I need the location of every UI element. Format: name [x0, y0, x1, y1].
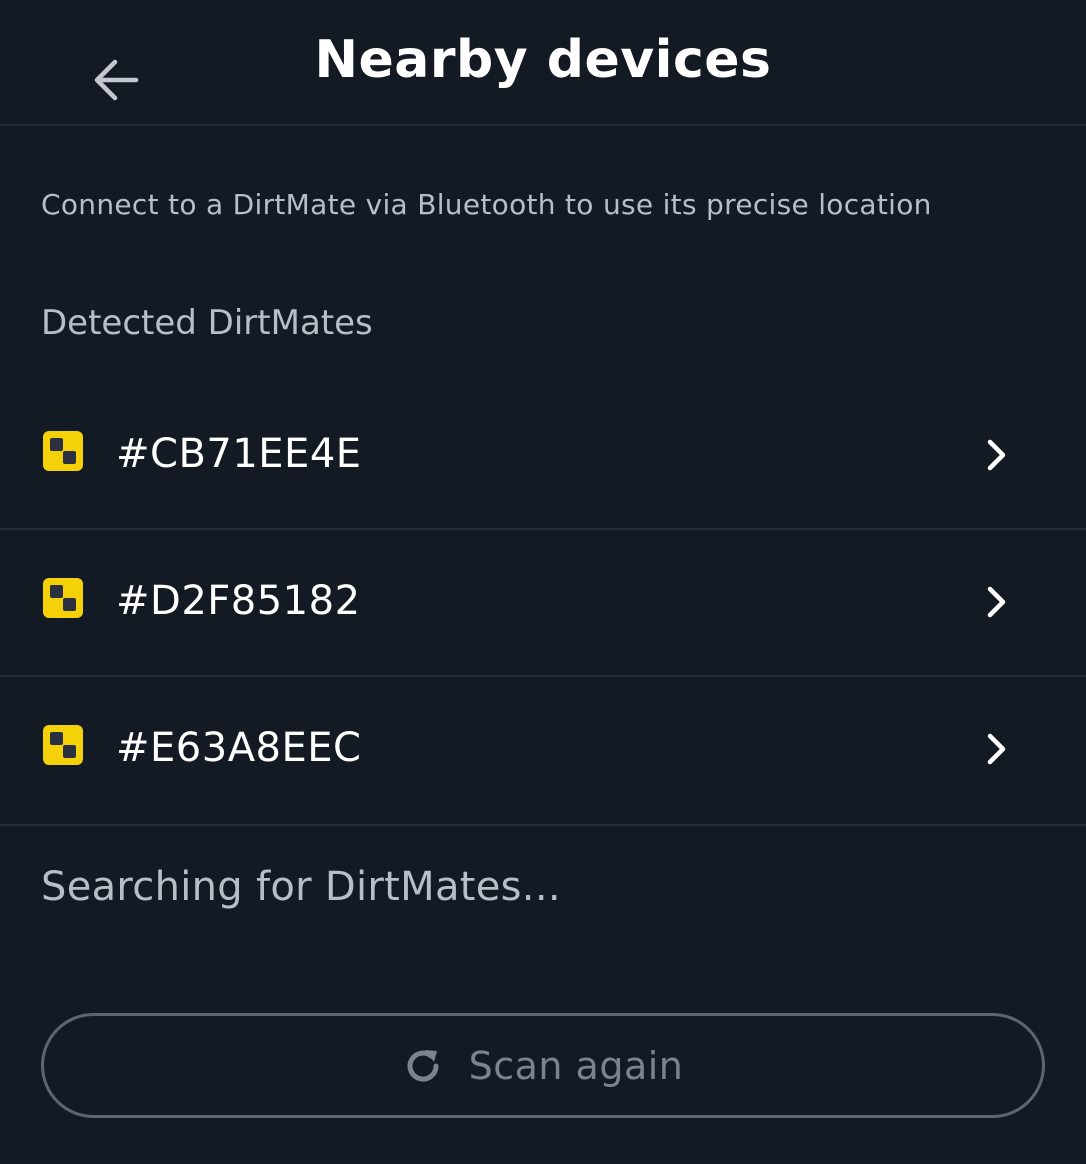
- instructions-text: Connect to a DirtMate via Bluetooth to u…: [41, 188, 932, 221]
- dirtmate-icon: [43, 578, 83, 618]
- device-name: #D2F85182: [116, 578, 361, 624]
- device-item[interactable]: #E63A8EEC: [0, 677, 1086, 826]
- scan-again-button[interactable]: Scan again: [41, 1013, 1045, 1118]
- refresh-icon: [407, 1049, 439, 1082]
- device-name: #CB71EE4E: [116, 431, 362, 477]
- device-item[interactable]: #CB71EE4E: [0, 383, 1086, 530]
- chevron-right-icon: [987, 439, 1006, 471]
- chevron-right-icon: [987, 586, 1006, 618]
- section-heading: Detected DirtMates: [41, 303, 373, 343]
- device-name: #E63A8EEC: [116, 725, 362, 771]
- searching-status: Searching for DirtMates...: [41, 864, 561, 910]
- dirtmate-icon: [43, 725, 83, 765]
- chevron-right-icon: [987, 733, 1006, 765]
- scan-again-label: Scan again: [468, 1043, 684, 1088]
- device-list: #CB71EE4E #D2F85182 #E63A8EEC: [0, 383, 1086, 826]
- device-item[interactable]: #D2F85182: [0, 530, 1086, 677]
- page-title: Nearby devices: [314, 30, 772, 90]
- app-header: Nearby devices: [0, 0, 1086, 126]
- dirtmate-icon: [43, 431, 83, 471]
- nearby-devices-screen: Nearby devices Connect to a DirtMate via…: [0, 0, 1086, 1164]
